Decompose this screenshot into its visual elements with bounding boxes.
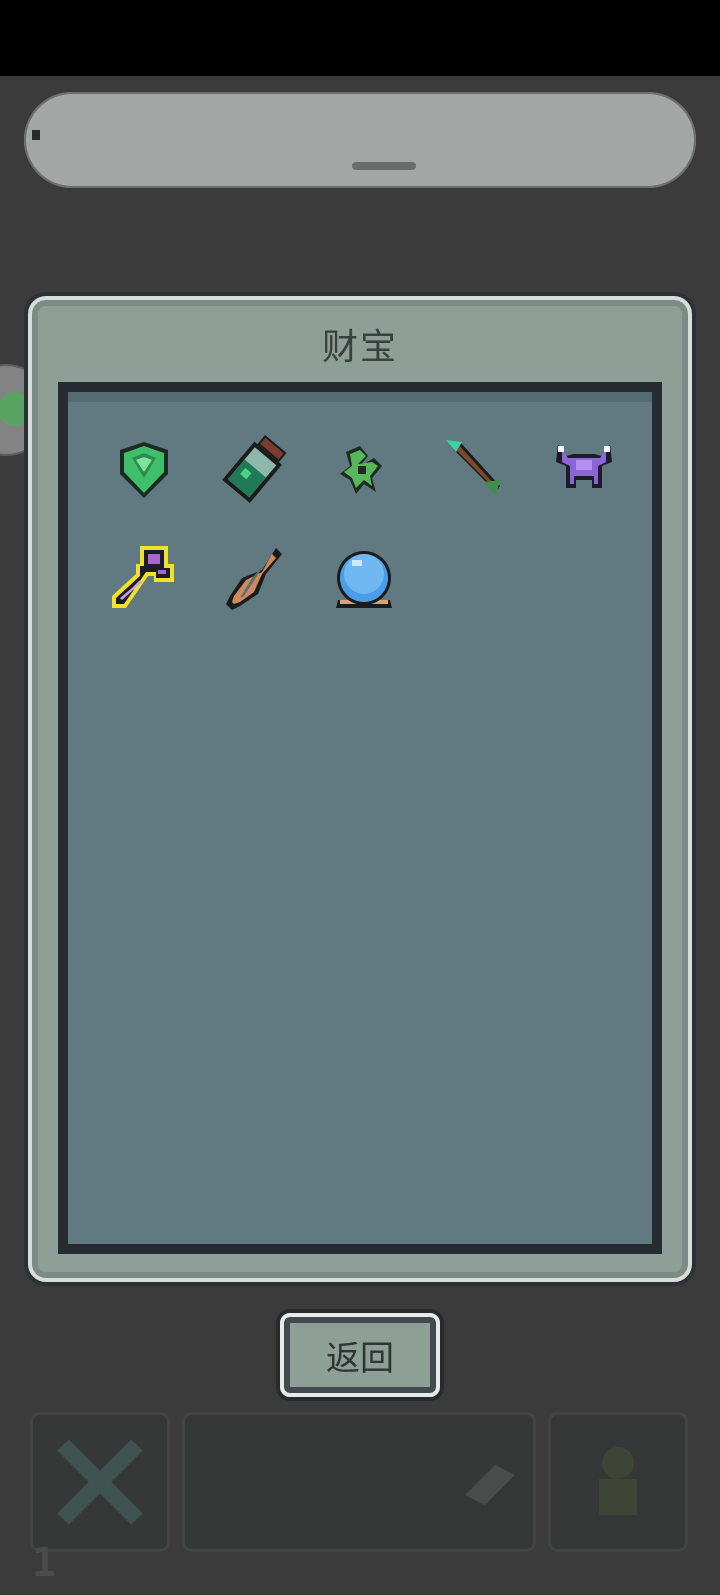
treasure-slot-1[interactable]	[96, 422, 192, 518]
treasure-slot-7[interactable]	[206, 534, 302, 630]
treasure-slot-3[interactable]	[316, 422, 412, 518]
treasure-slot-5[interactable]	[536, 422, 632, 518]
green-wings-icon	[340, 446, 382, 494]
treasure-panel: 财宝	[28, 296, 692, 1282]
background-toolbar	[0, 1412, 720, 1595]
crossed-swords-icon	[57, 1439, 143, 1525]
bg-dash-icon	[465, 1465, 515, 1505]
treasure-slot-8[interactable]	[316, 534, 412, 630]
bg-slot-number: 1	[32, 1540, 57, 1586]
game-screen: 1 财宝 返回	[0, 0, 720, 1595]
horned-armor-icon	[556, 444, 612, 488]
treasure-slot-6[interactable]	[96, 534, 192, 630]
status-bar	[0, 0, 720, 76]
treasure-slot-4[interactable]	[426, 422, 522, 518]
bg-character-slot	[548, 1412, 688, 1552]
purple-key-icon	[112, 546, 174, 608]
bg-weapon-slot	[30, 1412, 170, 1552]
arrow-icon	[446, 440, 500, 496]
top-notification-pill[interactable]	[24, 92, 696, 188]
crystal-ball-icon	[336, 551, 392, 608]
feather-quill-icon	[226, 548, 282, 610]
pill-icon	[32, 130, 40, 140]
treasure-slot-2[interactable]	[206, 422, 302, 518]
treasure-grid	[58, 382, 662, 1254]
bg-center-slot	[182, 1412, 536, 1552]
potion-jar-icon	[222, 434, 287, 504]
green-gem-icon	[120, 442, 168, 498]
panel-title: 财宝	[321, 327, 398, 368]
pawn-icon	[599, 1447, 637, 1515]
return-button[interactable]: 返回	[280, 1313, 440, 1397]
pull-handle[interactable]	[352, 162, 416, 170]
